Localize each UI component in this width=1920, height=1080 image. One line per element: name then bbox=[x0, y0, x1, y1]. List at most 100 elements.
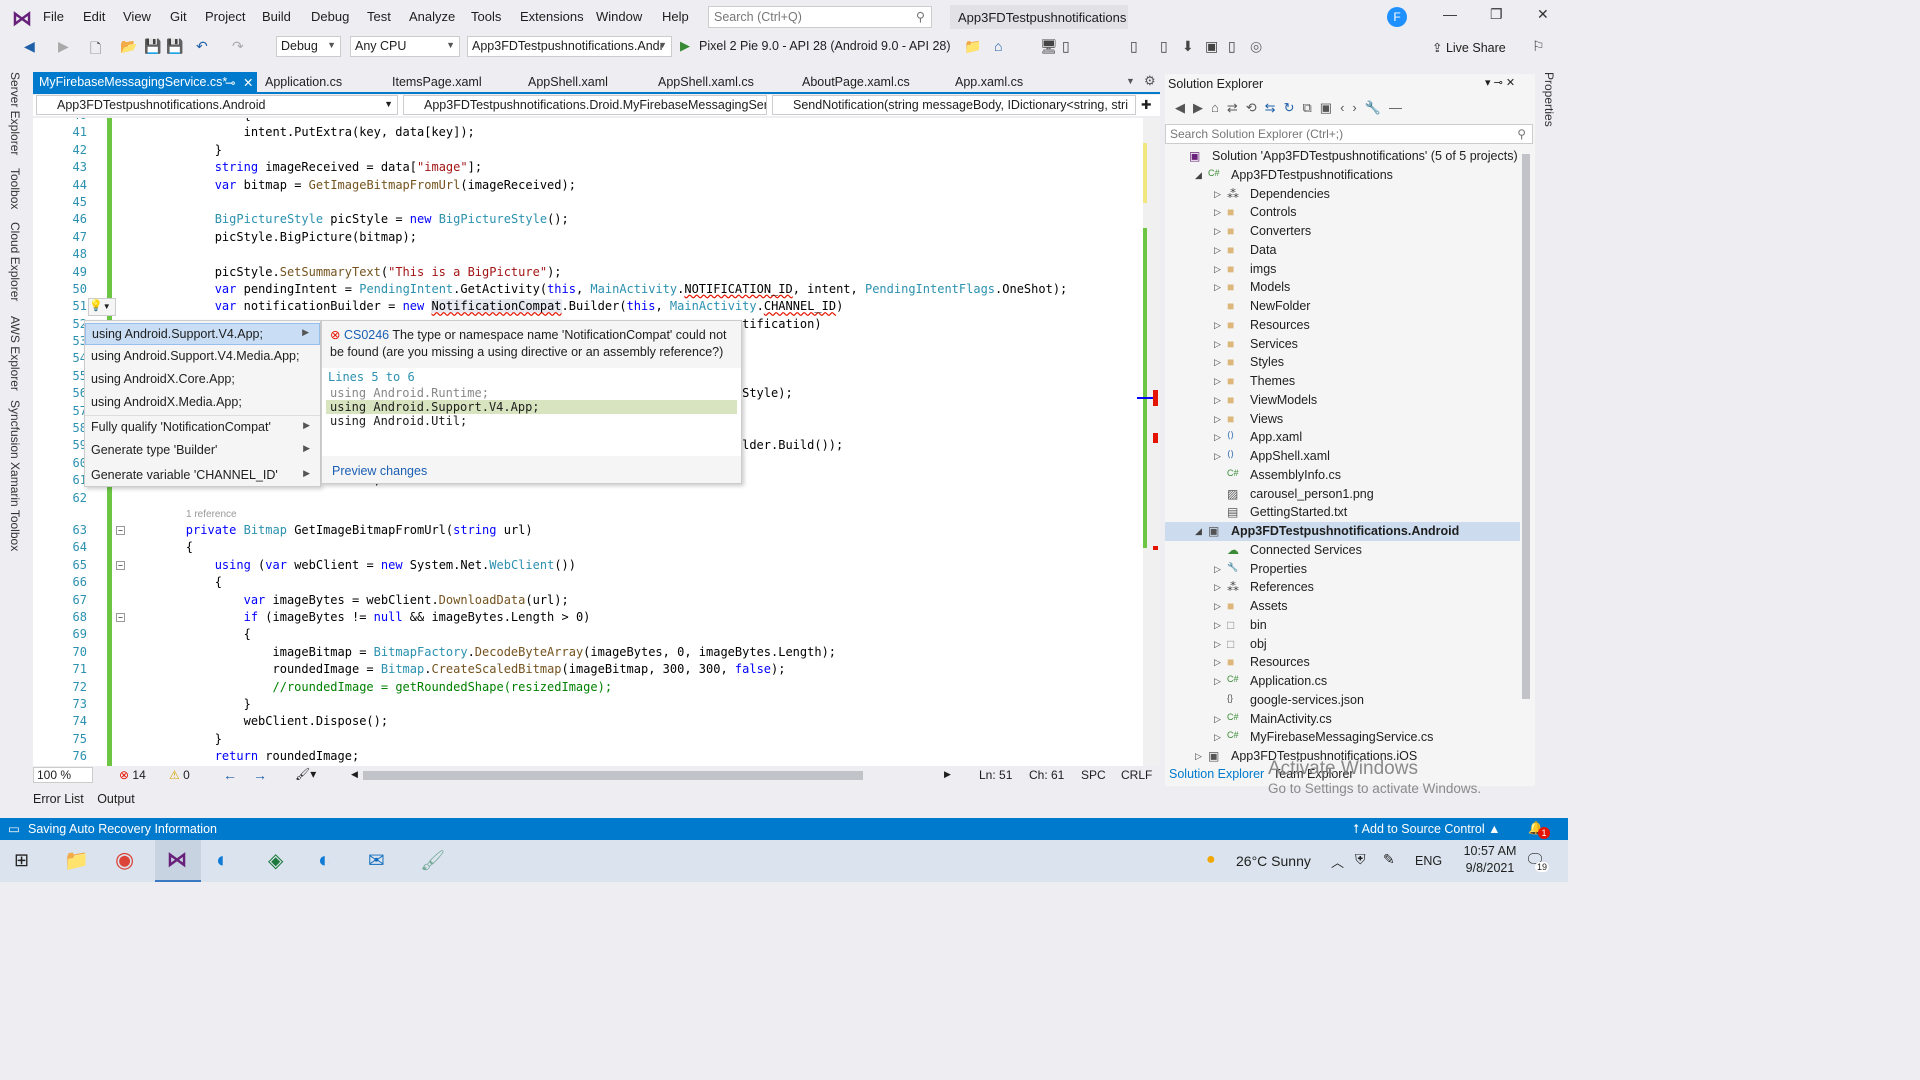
tree-item[interactable]: ▣ Solution 'App3FDTestpushnotifications' … bbox=[1165, 147, 1520, 166]
forward-icon[interactable]: ▶ bbox=[1193, 100, 1211, 115]
tree-item[interactable]: ◢ ▣ App3FDTestpushnotifications.Android bbox=[1165, 522, 1520, 541]
collapsed-arrow-icon[interactable]: ▷ bbox=[1214, 620, 1221, 631]
tree-item[interactable]: ▷ ■ Styles bbox=[1165, 353, 1520, 372]
home-icon[interactable]: ⌂ bbox=[1211, 100, 1227, 115]
cloud-explorer-tab[interactable]: Cloud Explorer bbox=[8, 222, 22, 301]
solution-explorer-bottom-tab[interactable]: Solution Explorer bbox=[1169, 767, 1264, 781]
maximize-button[interactable]: ❐ bbox=[1490, 6, 1503, 23]
tree-item[interactable]: ▤ GettingStarted.txt bbox=[1165, 503, 1520, 522]
tree-item[interactable]: ▷ ⟨⟩ AppShell.xaml bbox=[1165, 447, 1520, 466]
warnings-indicator[interactable]: ⚠ 0 bbox=[169, 768, 190, 782]
security-icon[interactable]: ⛨ bbox=[1355, 851, 1366, 868]
collapse-region-icon[interactable]: − bbox=[116, 525, 125, 535]
quick-action-item[interactable]: using AndroidX.Core.App; bbox=[85, 369, 320, 391]
tab-appshell-xaml[interactable]: AppShell.xaml bbox=[522, 72, 614, 93]
tree-item[interactable]: ▷ ⟨⟩ App.xaml bbox=[1165, 428, 1520, 447]
language-indicator[interactable]: ENG bbox=[1415, 854, 1442, 868]
menu-view[interactable]: View bbox=[123, 9, 151, 24]
clock[interactable]: 10:57 AM 9/8/2021 bbox=[1460, 844, 1520, 875]
quick-action-item[interactable]: Generate variable 'CHANNEL_ID' ▶ bbox=[85, 465, 320, 487]
live-share-button[interactable]: ⇪ Live Share bbox=[1432, 40, 1506, 55]
start-button-windows-icon[interactable]: ⊞ bbox=[14, 850, 29, 871]
gear-icon[interactable]: ⚙ bbox=[1144, 73, 1156, 89]
menu-tools[interactable]: Tools bbox=[471, 9, 501, 24]
close-tab-icon[interactable]: ✕ bbox=[243, 75, 253, 90]
toolbox-tab[interactable]: Toolbox bbox=[8, 168, 22, 209]
tab-itemspage-xaml[interactable]: ItemsPage.xaml bbox=[386, 72, 488, 93]
show-hidden-icons-chevron-icon[interactable]: ︿ bbox=[1331, 852, 1344, 871]
tree-item[interactable]: ▷ ■ Themes bbox=[1165, 372, 1520, 391]
tree-item[interactable]: ▷ ■ Converters bbox=[1165, 222, 1520, 241]
scroll-left-icon[interactable]: ◀ bbox=[351, 769, 358, 780]
menu-build[interactable]: Build bbox=[262, 9, 291, 24]
minus-icon[interactable]: — bbox=[1389, 100, 1410, 115]
mail-icon[interactable]: ✉ bbox=[368, 848, 385, 873]
horizontal-scrollbar-thumb[interactable] bbox=[363, 771, 863, 780]
platform-dropdown[interactable]: Any CPU ▼ bbox=[350, 36, 460, 57]
pin-icon[interactable]: ⊸ bbox=[225, 75, 235, 90]
member-dropdown[interactable]: SendNotification(string messageBody, IDi… bbox=[772, 95, 1136, 115]
device-manager-icon[interactable]: ▯ bbox=[1062, 38, 1070, 55]
device-icon[interactable]: ▯ bbox=[1228, 38, 1236, 55]
aws-explorer-tab[interactable]: AWS Explorer bbox=[8, 316, 22, 391]
tree-item[interactable]: ▷ C# MyFirebaseMessagingService.cs bbox=[1165, 728, 1520, 747]
tree-item[interactable]: ▷ ■ imgs bbox=[1165, 260, 1520, 279]
menu-help[interactable]: Help bbox=[662, 9, 689, 24]
properties-icon[interactable]: 🔧 bbox=[1365, 100, 1389, 115]
quick-action-item[interactable]: Fully qualify 'NotificationCompat' ▶ bbox=[85, 415, 320, 439]
redo-icon[interactable]: ↷ bbox=[232, 38, 244, 55]
search-input[interactable]: Search (Ctrl+Q) ⚲ bbox=[708, 6, 932, 28]
configuration-dropdown[interactable]: Debug ▼ bbox=[276, 36, 341, 57]
tree-item[interactable]: ▷ ⁂ Dependencies bbox=[1165, 185, 1520, 204]
feedback-icon[interactable]: ⚐ bbox=[1532, 38, 1545, 55]
save-all-icon[interactable]: 💾 bbox=[166, 38, 183, 55]
menu-debug[interactable]: Debug bbox=[311, 9, 349, 24]
collapsed-arrow-icon[interactable]: ▷ bbox=[1214, 376, 1221, 387]
minimize-button[interactable]: — bbox=[1443, 6, 1457, 22]
tree-item[interactable]: ▷ 🔧 Properties bbox=[1165, 560, 1520, 579]
open-folder-icon[interactable]: 📂 bbox=[120, 38, 137, 55]
expanded-arrow-icon[interactable]: ◢ bbox=[1195, 526, 1202, 537]
visual-studio-taskbar-icon[interactable]: ⋈ bbox=[155, 840, 201, 882]
edge-beta-icon[interactable]: ◐ bbox=[318, 847, 331, 873]
tree-item[interactable]: ▷ ■ ViewModels bbox=[1165, 391, 1520, 410]
collapsed-arrow-icon[interactable]: ▷ bbox=[1214, 582, 1221, 593]
error-code-link[interactable]: CS0246 bbox=[344, 328, 389, 342]
pin-icon[interactable]: ▾ ⊸ ✕ bbox=[1485, 76, 1515, 89]
xamarin-home-icon[interactable]: ⌂ bbox=[994, 38, 1002, 54]
collapsed-arrow-icon[interactable]: ▷ bbox=[1214, 395, 1221, 406]
collapse-all-icon[interactable]: ⧉ bbox=[1302, 100, 1319, 115]
line-ending[interactable]: CRLF bbox=[1121, 768, 1152, 782]
close-window-button[interactable]: ✕ bbox=[1537, 6, 1549, 23]
collapsed-arrow-icon[interactable]: ▷ bbox=[1214, 357, 1221, 368]
quick-action-item[interactable]: Generate type 'Builder' ▶ bbox=[85, 440, 320, 462]
add-to-source-control-button[interactable]: ⭡ Add to Source Control ▲ bbox=[1353, 822, 1501, 837]
collapsed-arrow-icon[interactable]: ▷ bbox=[1214, 189, 1221, 200]
collapsed-arrow-icon[interactable]: ▷ bbox=[1214, 414, 1221, 425]
tree-item[interactable]: ▨ carousel_person1.png bbox=[1165, 485, 1520, 504]
menu-project[interactable]: Project bbox=[205, 9, 245, 24]
next-issue-icon[interactable]: → bbox=[253, 767, 267, 783]
tree-item[interactable]: ▷ C# Application.cs bbox=[1165, 672, 1520, 691]
tree-item[interactable]: ▷ ■ Controls bbox=[1165, 203, 1520, 222]
syncfusion-toolbox-tab[interactable]: Syncfusion Xamarin Toolbox bbox=[8, 400, 22, 551]
refresh-icon[interactable]: ↻ bbox=[1284, 100, 1303, 115]
server-explorer-tab[interactable]: Server Explorer bbox=[8, 72, 22, 155]
collapsed-arrow-icon[interactable]: ▷ bbox=[1214, 207, 1221, 218]
menu-test[interactable]: Test bbox=[367, 9, 391, 24]
properties-panel-tab[interactable]: Properties bbox=[1542, 72, 1556, 127]
chrome-icon[interactable]: ◉ bbox=[115, 847, 134, 873]
tree-item[interactable]: ▷ □ obj bbox=[1165, 635, 1520, 654]
tab-overflow-chevron-icon[interactable]: ▼ bbox=[1126, 76, 1135, 86]
tree-item[interactable]: ☁ Connected Services bbox=[1165, 541, 1520, 560]
menu-edit[interactable]: Edit bbox=[83, 9, 105, 24]
collapsed-arrow-icon[interactable]: ▷ bbox=[1214, 245, 1221, 256]
preview-changes-link[interactable]: Preview changes bbox=[332, 464, 427, 478]
collapsed-arrow-icon[interactable]: ▷ bbox=[1214, 339, 1221, 350]
folder-search-icon[interactable]: 📁 bbox=[964, 38, 981, 55]
collapsed-arrow-icon[interactable]: ▷ bbox=[1214, 676, 1221, 687]
run-icon[interactable]: ▶ bbox=[680, 38, 690, 54]
editor-vertical-scrollbar[interactable] bbox=[1137, 118, 1160, 766]
tree-item[interactable]: ▷ ■ Models bbox=[1165, 278, 1520, 297]
quick-action-item[interactable]: using Android.Support.V4.Media.App; bbox=[85, 346, 320, 368]
